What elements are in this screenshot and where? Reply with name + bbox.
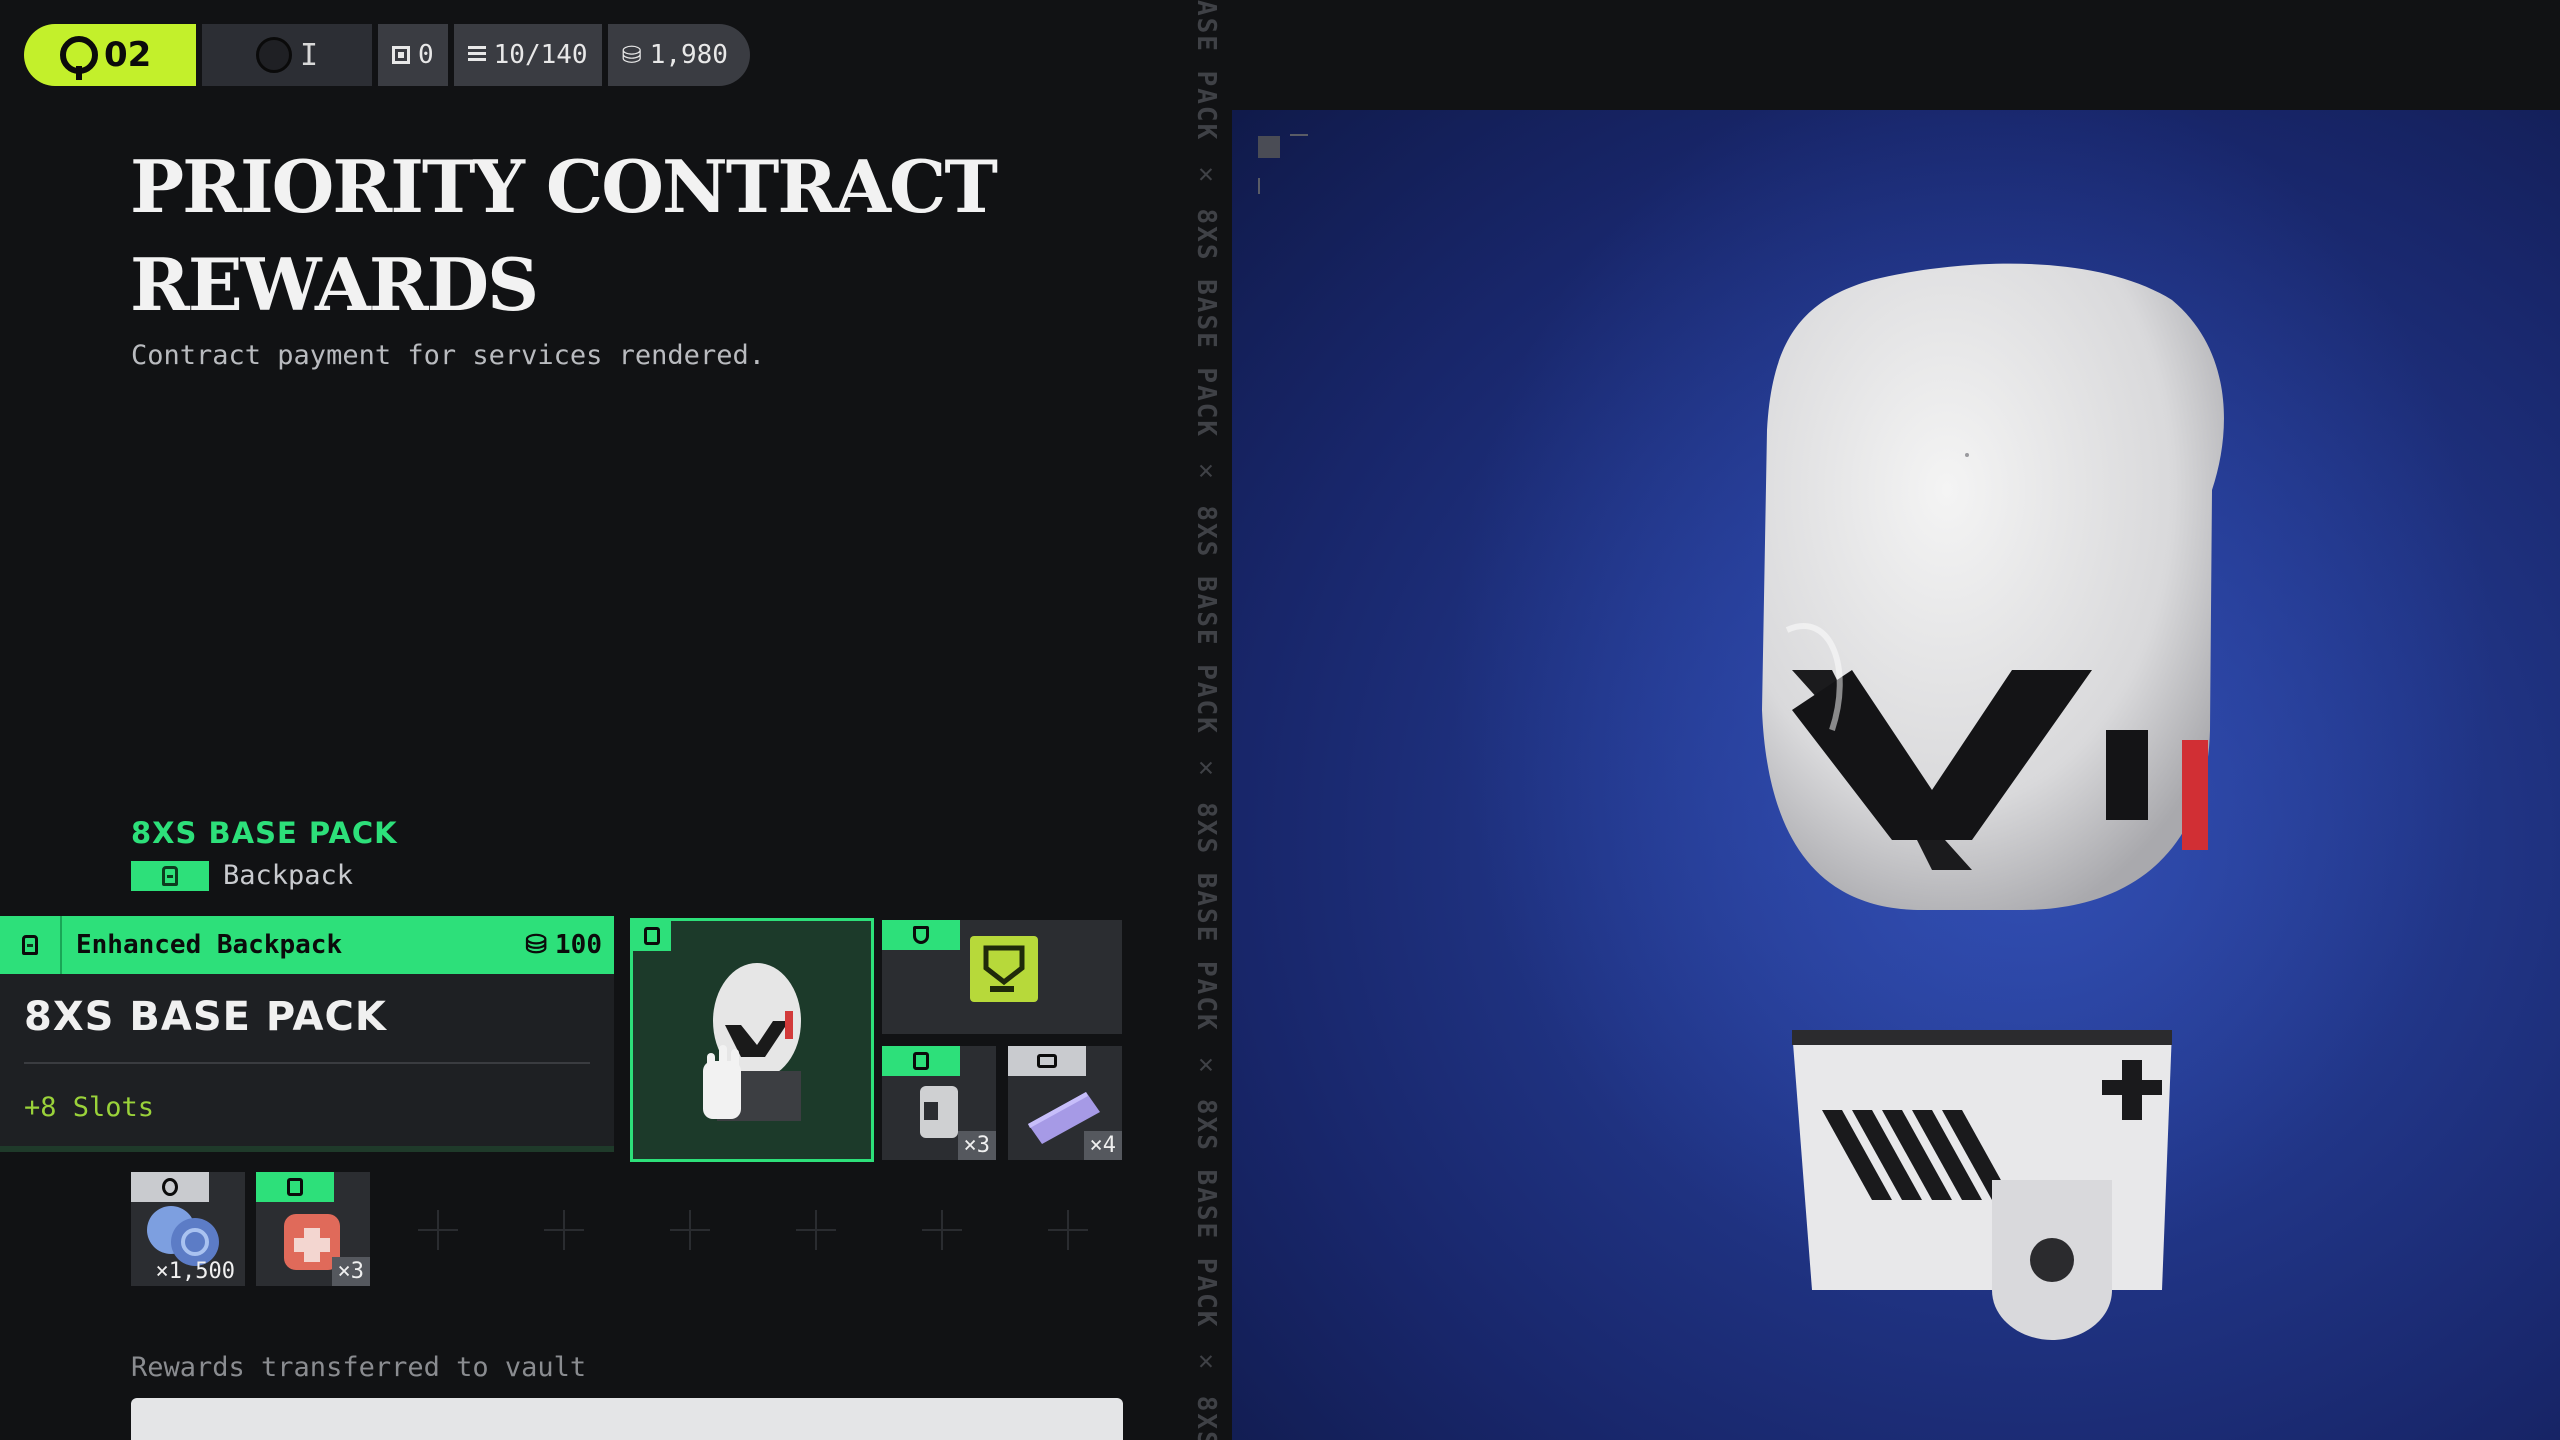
rank-icon — [60, 36, 98, 80]
reward-qty: ×3 — [331, 1257, 370, 1286]
keys-counter[interactable]: 0 — [378, 24, 448, 86]
tier-badge[interactable]: I — [202, 24, 372, 86]
tooltip-category: Enhanced Backpack — [76, 930, 343, 960]
item-name-strip: ASE PACK ✕ 8XS BASE PACK ✕ 8XS BASE PACK… — [1180, 0, 1230, 1440]
page-title: PRIORITY CONTRACT REWARDS — [130, 144, 998, 327]
contracts-icon — [467, 46, 486, 64]
contracts-counter[interactable]: 10/140 — [453, 24, 602, 86]
tooltip-header: Enhanced Backpack ⛁ 100 — [0, 916, 614, 974]
rank-value: 02 — [104, 35, 152, 75]
tooltip-stat: +8 Slots — [24, 1092, 155, 1123]
player-tag — [131, 1172, 209, 1202]
backpack-tag — [633, 921, 671, 951]
divider — [24, 1062, 590, 1064]
reward-tile-player-xp[interactable]: ×1,500 — [131, 1172, 245, 1286]
empty-slot-marker — [796, 1210, 836, 1250]
reward-tile-grenade-2[interactable]: ×3 — [256, 1172, 370, 1286]
page-subtitle: Contract payment for services rendered. — [131, 340, 765, 371]
vault-status: Rewards transferred to vault — [131, 1352, 587, 1383]
rank-badge[interactable]: 02 — [24, 24, 196, 86]
cost-value: 100 — [555, 930, 602, 960]
shield-icon — [913, 926, 929, 944]
backpack-model — [1452, 110, 2492, 1340]
backpack-glyph — [22, 935, 38, 955]
tooltip-title: 8XS BASE PACK — [24, 994, 387, 1040]
shield-tag — [882, 920, 960, 950]
keys-value: 0 — [418, 40, 434, 70]
player-icon — [162, 1178, 178, 1196]
backpack-icon — [644, 927, 660, 945]
reward-tile-grenade[interactable]: ×3 — [882, 1046, 996, 1160]
ammo-icon — [1037, 1054, 1057, 1068]
grenade-icon — [913, 1052, 929, 1070]
strip-text: ASE PACK ✕ 8XS BASE PACK ✕ 8XS BASE PACK… — [1191, 0, 1221, 1440]
empty-slot-marker — [1048, 1210, 1088, 1250]
backpack-icon — [0, 916, 62, 974]
item-type-label: Backpack — [223, 860, 354, 891]
grenade-tag — [256, 1172, 334, 1202]
grenade-tag — [882, 1046, 960, 1076]
contracts-value: 10/140 — [493, 40, 588, 70]
key-icon — [392, 46, 410, 64]
reward-qty: ×3 — [957, 1131, 996, 1160]
tier-value: I — [299, 37, 319, 73]
reward-tile-shield[interactable] — [882, 920, 1122, 1034]
credits-icon: ⛁ — [621, 41, 642, 69]
empty-slot-marker — [922, 1210, 962, 1250]
reward-tile-backpack[interactable] — [630, 918, 874, 1162]
reward-qty: ×1,500 — [155, 1259, 235, 1284]
reward-tile-ammo[interactable]: ×4 — [1008, 1046, 1122, 1160]
empty-slot-marker — [418, 1210, 458, 1250]
backpack-icon — [162, 865, 178, 886]
backpack-type-chip — [131, 860, 209, 891]
tooltip-cost: ⛁ 100 — [525, 930, 614, 960]
item-name: 8XS BASE PACK — [131, 816, 398, 850]
grenade-icon — [287, 1178, 303, 1196]
empty-slot-marker — [670, 1210, 710, 1250]
credits-icon: ⛁ — [525, 930, 548, 960]
credits-counter[interactable]: ⛁ 1,980 — [607, 24, 750, 86]
item-3d-viewport[interactable] — [1232, 110, 2560, 1440]
item-type-row: Backpack — [131, 860, 353, 891]
ammo-tag — [1008, 1046, 1086, 1076]
credits-value: 1,980 — [649, 40, 728, 70]
reward-qty: ×4 — [1083, 1131, 1122, 1160]
top-hud: 02 I 0 10/140 ⛁ 1,980 — [24, 24, 750, 86]
vault-button[interactable] — [131, 1398, 1123, 1440]
empty-slot-marker — [544, 1210, 584, 1250]
backpack-preview — [703, 963, 801, 1121]
tier-icon — [255, 37, 292, 73]
item-tooltip-card: Enhanced Backpack ⛁ 100 8XS BASE PACK +8… — [0, 916, 614, 1152]
